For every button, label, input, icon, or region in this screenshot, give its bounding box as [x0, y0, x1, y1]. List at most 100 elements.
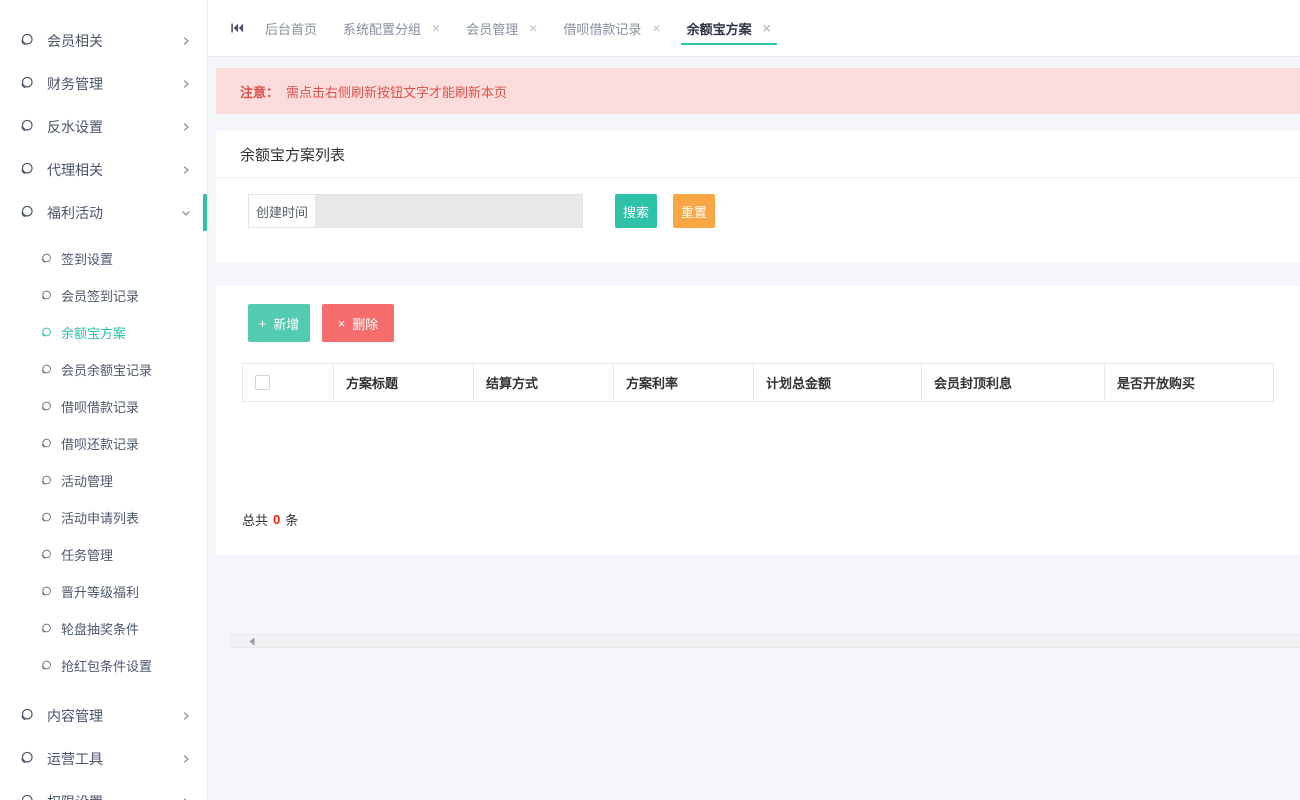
tab-label: 余额宝方案: [687, 19, 752, 38]
sidebar-subitem-label: 会员余额宝记录: [61, 360, 152, 379]
circle-icon: [40, 585, 53, 598]
sidebar-subitem-label: 抢红包条件设置: [61, 656, 152, 675]
chevron-right-icon: [181, 754, 191, 764]
tab-label: 系统配置分组: [343, 19, 421, 38]
skip-back-icon[interactable]: [222, 0, 252, 56]
sidebar-item-label: 反水设置: [47, 117, 181, 137]
close-icon[interactable]: ×: [652, 21, 660, 35]
delete-button[interactable]: × 删除: [322, 304, 394, 342]
table-actions: + 新增 × 删除: [216, 304, 1300, 342]
tab-2[interactable]: 会员管理×: [453, 0, 550, 56]
sidebar-subitem-9[interactable]: 晋升等级福利: [0, 573, 207, 610]
sidebar-item-1[interactable]: 财务管理: [0, 62, 207, 105]
sidebar-item-5[interactable]: 内容管理: [0, 694, 207, 737]
sidebar-subitem-8[interactable]: 任务管理: [0, 536, 207, 573]
table-empty-body: [242, 402, 1274, 510]
circle-icon: [40, 400, 53, 413]
tab-3[interactable]: 借呗借款记录 ×: [550, 0, 673, 56]
close-icon[interactable]: ×: [763, 21, 771, 35]
column-header-2: 方案利率: [614, 364, 754, 402]
total-count: 总共 0 条: [216, 510, 1300, 529]
sidebar-item-label: 代理相关: [47, 160, 181, 180]
chevron-right-icon: [181, 711, 191, 721]
sidebar-subitem-5[interactable]: 借呗还款记录: [0, 425, 207, 462]
table-header-row: 方案标题结算方式方案利率计划总金额会员封顶利息是否开放购买: [243, 364, 1274, 402]
tab-1[interactable]: 系统配置分组 ×: [330, 0, 453, 56]
delete-button-label: 删除: [352, 314, 378, 333]
select-all-cell: [243, 364, 334, 402]
sidebar-subitem-10[interactable]: 轮盘抽奖条件: [0, 610, 207, 647]
create-time-label: 创建时间: [249, 195, 316, 227]
sidebar-subitem-2[interactable]: 余额宝方案: [0, 314, 207, 351]
circle-icon: [40, 326, 53, 339]
add-button-label: 新增: [273, 314, 299, 333]
reset-button[interactable]: 重置: [673, 194, 715, 228]
plus-icon: +: [259, 316, 267, 331]
circle-icon: [18, 76, 34, 92]
page-title: 余额宝方案列表: [216, 131, 1300, 178]
circle-icon: [40, 659, 53, 672]
circle-icon: [40, 511, 53, 524]
tab-0[interactable]: 后台首页: [252, 0, 330, 56]
sidebar: 会员相关财务管理反水设置代理相关福利活动签到设置会员签到记录余额宝方案会员余额宝…: [0, 0, 208, 800]
sidebar-subitem-label: 借呗借款记录: [61, 397, 139, 416]
app-window: 会员相关财务管理反水设置代理相关福利活动签到设置会员签到记录余额宝方案会员余额宝…: [0, 0, 1300, 800]
content-area: 注意： 需点击右侧刷新按钮文字才能刷新本页 余额宝方案列表 创建时间 搜索 重置: [208, 57, 1300, 648]
chevron-right-icon: [181, 36, 191, 46]
sidebar-subitem-label: 借呗还款记录: [61, 434, 139, 453]
sidebar-item-6[interactable]: 运营工具: [0, 737, 207, 780]
chevron-right-icon: [181, 165, 191, 175]
column-header-5: 是否开放购买: [1105, 364, 1274, 402]
sidebar-subitem-label: 晋升等级福利: [61, 582, 139, 601]
sidebar-item-4[interactable]: 福利活动: [0, 191, 207, 234]
plan-table-card: + 新增 × 删除: [216, 286, 1300, 555]
scroll-left-icon[interactable]: [248, 637, 256, 646]
sidebar-item-label: 福利活动: [47, 203, 181, 223]
tab-label: 借呗借款记录: [563, 19, 641, 38]
tab-4[interactable]: 余额宝方案 ×: [674, 0, 784, 56]
sidebar-item-7[interactable]: 权限设置: [0, 780, 207, 800]
sidebar-subitem-label: 任务管理: [61, 545, 113, 564]
select-all-checkbox[interactable]: [255, 375, 270, 390]
column-header-4: 会员封顶利息: [922, 364, 1105, 402]
tab-label: 后台首页: [265, 19, 317, 38]
sidebar-subitem-6[interactable]: 活动管理: [0, 462, 207, 499]
sidebar-item-0[interactable]: 会员相关: [0, 19, 207, 62]
sidebar-subitem-4[interactable]: 借呗借款记录: [0, 388, 207, 425]
sidebar-subitem-7[interactable]: 活动申请列表: [0, 499, 207, 536]
plan-list-card: 余额宝方案列表 创建时间 搜索 重置: [216, 131, 1300, 263]
horizontal-scrollbar[interactable]: [230, 634, 1300, 648]
sidebar-subitem-label: 签到设置: [61, 249, 113, 268]
sidebar-item-2[interactable]: 反水设置: [0, 105, 207, 148]
sidebar-item-label: 财务管理: [47, 74, 181, 94]
sidebar-item-3[interactable]: 代理相关: [0, 148, 207, 191]
total-suffix: 条: [285, 510, 298, 529]
search-button[interactable]: 搜索: [615, 194, 657, 228]
chevron-down-icon: [181, 208, 191, 218]
column-header-3: 计划总金额: [754, 364, 922, 402]
column-header-0: 方案标题: [334, 364, 474, 402]
circle-icon: [40, 363, 53, 376]
close-icon: ×: [338, 316, 346, 331]
sidebar-subitem-3[interactable]: 会员余额宝记录: [0, 351, 207, 388]
sidebar-subitem-11[interactable]: 抢红包条件设置: [0, 647, 207, 684]
add-button[interactable]: + 新增: [248, 304, 310, 342]
plan-table: 方案标题结算方式方案利率计划总金额会员封顶利息是否开放购买: [242, 363, 1274, 510]
chevron-right-icon: [181, 797, 191, 800]
circle-icon: [18, 751, 34, 767]
sidebar-subitem-0[interactable]: 签到设置: [0, 240, 207, 277]
create-time-value[interactable]: [316, 195, 582, 227]
create-time-input[interactable]: 创建时间: [248, 194, 583, 228]
active-accent-bar: [203, 194, 207, 231]
close-icon[interactable]: ×: [529, 21, 537, 35]
total-prefix: 总共: [242, 510, 268, 529]
notice-banner: 注意： 需点击右侧刷新按钮文字才能刷新本页: [216, 68, 1300, 114]
circle-icon: [18, 119, 34, 135]
close-icon[interactable]: ×: [432, 21, 440, 35]
main-area: 后台首页系统配置分组×会员管理×借呗借款记录×余额宝方案× 注意： 需点击右侧刷…: [208, 0, 1300, 800]
circle-icon: [18, 162, 34, 178]
sidebar-item-label: 会员相关: [47, 31, 181, 51]
sidebar-subitem-1[interactable]: 会员签到记录: [0, 277, 207, 314]
sidebar-subitem-label: 会员签到记录: [61, 286, 139, 305]
sidebar-subitem-label: 余额宝方案: [61, 323, 126, 342]
